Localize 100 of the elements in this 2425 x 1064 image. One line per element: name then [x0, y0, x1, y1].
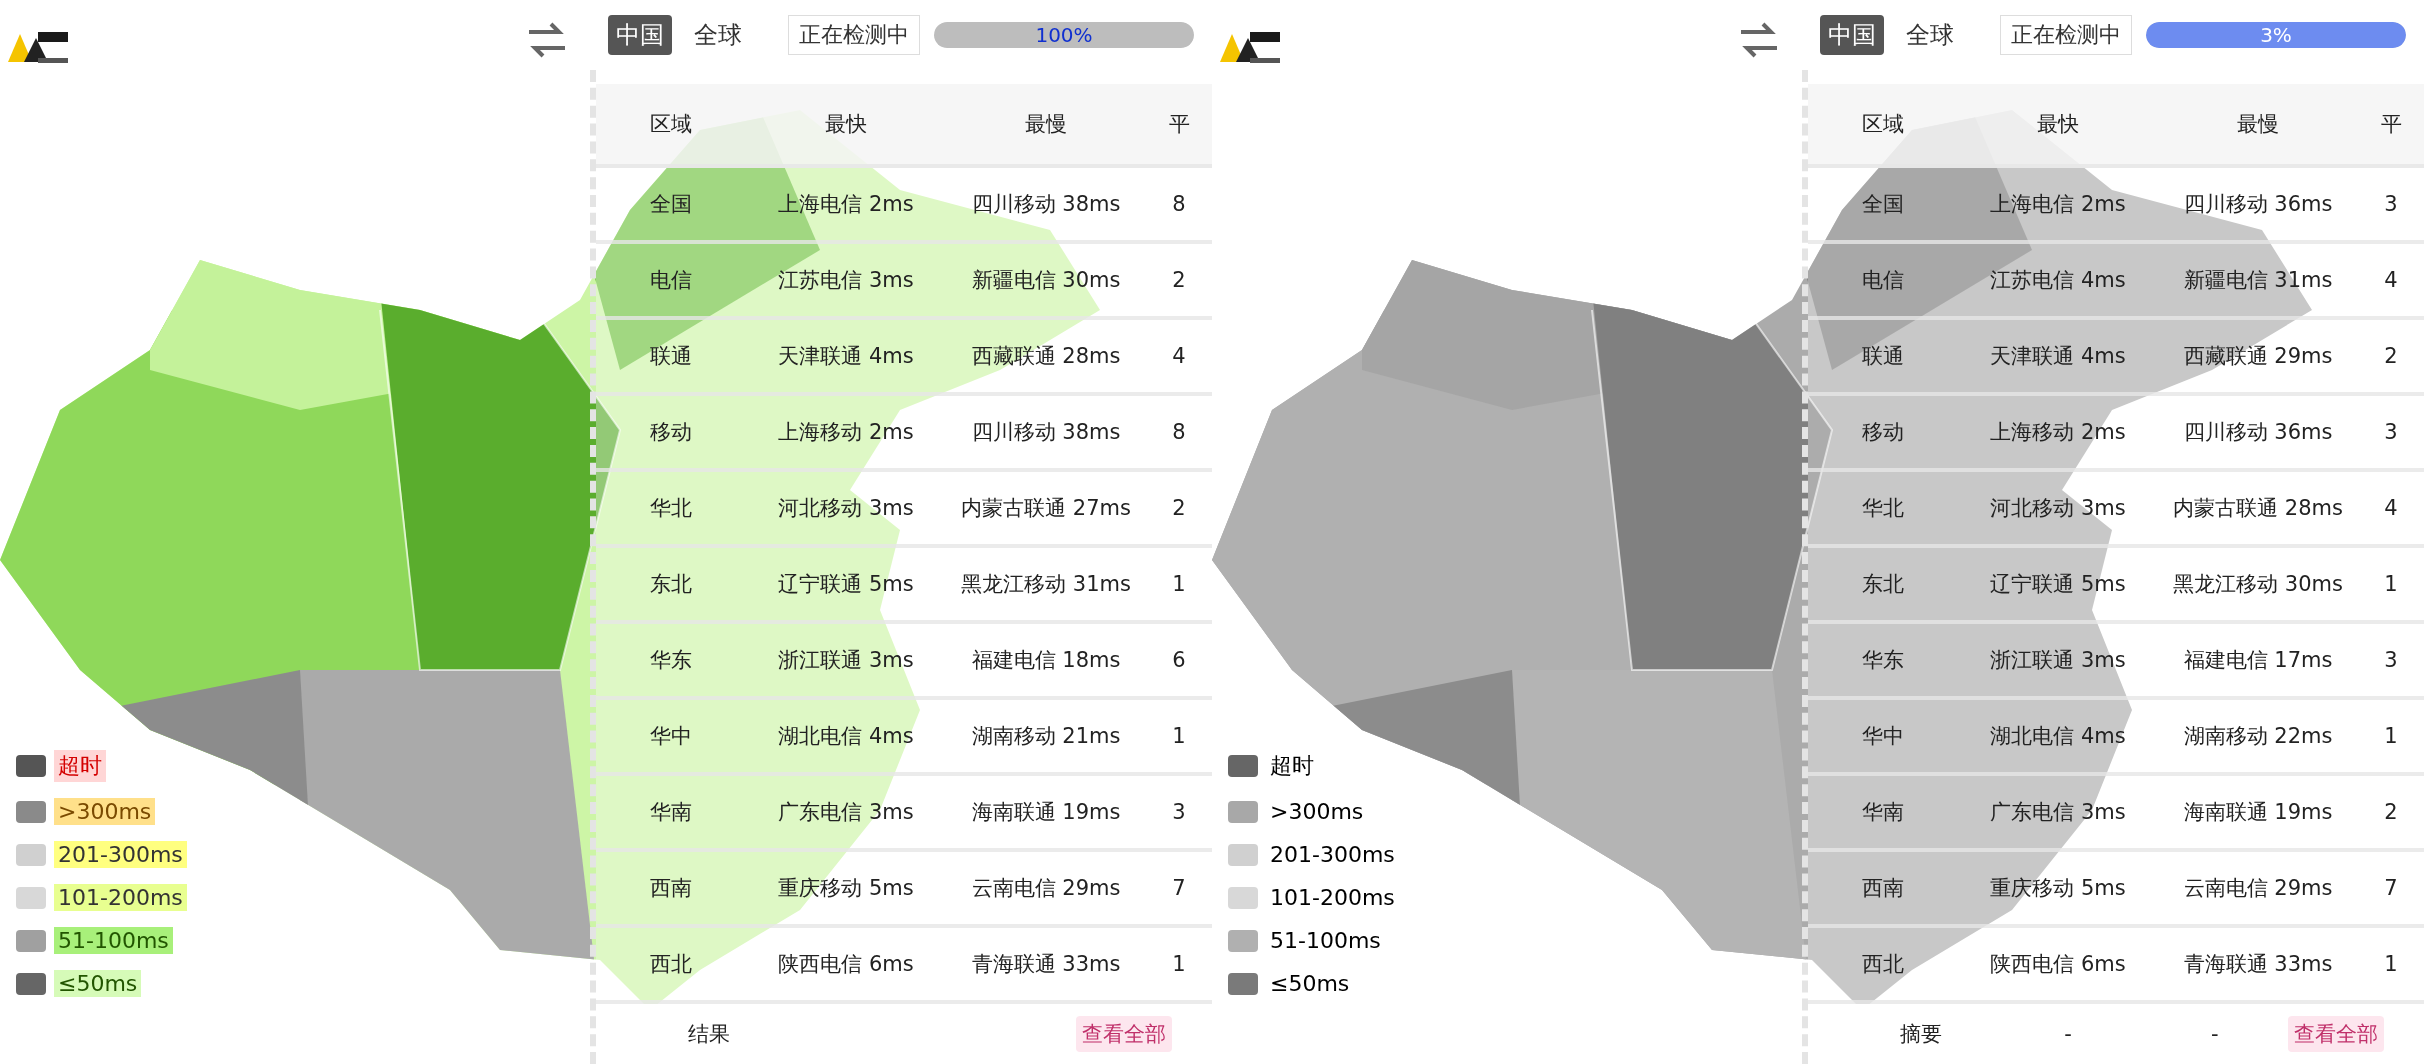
table-cell-text: 内蒙古联通 27ms — [960, 495, 1132, 522]
table-cell-text: 全国 — [649, 191, 693, 218]
view-all-button[interactable]: 查看全部 — [2288, 1016, 2384, 1052]
table-cell-text: 华中 — [1861, 723, 1905, 750]
map-tab[interactable]: 中国 — [608, 15, 672, 55]
table-cell-text: 上海移动 2ms — [777, 419, 915, 446]
column-header: 最慢 — [1024, 111, 1068, 138]
status-text: 正在检测中 — [2000, 15, 2132, 55]
table-cell-text: 云南电信 29ms — [970, 875, 1122, 902]
table-cell-text: 湖南移动 21ms — [970, 723, 1122, 750]
table-cell-text: 新疆电信 30ms — [970, 267, 1122, 294]
table-cell-text: 2 — [2383, 344, 2399, 368]
table-cell-text: 华东 — [1861, 647, 1905, 674]
table-cell-text: 云南电信 29ms — [2182, 875, 2334, 902]
table-cell-text: 1 — [1171, 572, 1187, 596]
table-cell-text: 8 — [1171, 192, 1187, 216]
table-cell-text: 西藏联通 29ms — [2182, 343, 2334, 370]
table-cell-text: 联通 — [649, 343, 693, 370]
table-cell-text: 2 — [2383, 800, 2399, 824]
legend-label: 101-200ms — [54, 884, 187, 911]
map-tab[interactable]: 中国 — [1820, 15, 1884, 55]
table-cell-text: 2 — [1171, 268, 1187, 292]
progress-reading: 100% — [1034, 22, 1094, 48]
table-cell-text: 1 — [2383, 724, 2399, 748]
table-cell-text: 4 — [2383, 496, 2399, 520]
footer-text: - — [2209, 1022, 2220, 1046]
table-cell-text: 西北 — [649, 951, 693, 978]
legend-label: 超时 — [54, 750, 106, 782]
table-cell-text: 广东电信 3ms — [777, 799, 915, 826]
table-cell-text: 江苏电信 3ms — [777, 267, 915, 294]
table-cell-text: 4 — [2383, 268, 2399, 292]
table-cell-text: 全国 — [1861, 191, 1905, 218]
map-tab[interactable]: 全球 — [1898, 15, 1962, 55]
table-cell-text: 四川移动 36ms — [2182, 419, 2334, 446]
progress-reading: 3% — [2259, 22, 2293, 48]
table-cell-text: 上海移动 2ms — [1989, 419, 2127, 446]
table-cell-text: 四川移动 36ms — [2182, 191, 2334, 218]
table-cell-text: 移动 — [1861, 419, 1905, 446]
table-cell-text: 西南 — [1861, 875, 1905, 902]
column-header: 平 — [1167, 111, 1191, 138]
table-cell-text: 河北移动 3ms — [777, 495, 915, 522]
table-cell-text: 海南联通 19ms — [2182, 799, 2334, 826]
column-header: 平 — [2379, 111, 2403, 138]
table-cell-text: 上海电信 2ms — [777, 191, 915, 218]
footer-text: - — [2063, 1022, 2073, 1046]
status-text: 正在检测中 — [788, 15, 920, 55]
table-cell-text: 电信 — [1861, 267, 1905, 294]
legend-label: 超时 — [1269, 752, 1315, 780]
column-header: 区域 — [649, 111, 693, 138]
legend-label: ≤50ms — [1269, 970, 1351, 997]
table-cell-text: 福建电信 17ms — [2182, 647, 2334, 674]
table-cell-text: 华北 — [649, 495, 693, 522]
table-cell-text: 联通 — [1861, 343, 1905, 370]
table-cell-text: 华东 — [649, 647, 693, 674]
column-header: 区域 — [1861, 111, 1905, 138]
table-cell-text: 7 — [1171, 876, 1187, 900]
table-cell-text: 黑龙江移动 31ms — [960, 571, 1132, 598]
table-cell-text: 重庆移动 5ms — [1989, 875, 2127, 902]
table-cell-text: 天津联通 4ms — [777, 343, 915, 370]
table-cell-text: 湖北电信 4ms — [1989, 723, 2127, 750]
table-cell-text: 四川移动 38ms — [970, 191, 1122, 218]
legend-label: 51-100ms — [1269, 927, 1382, 954]
table-cell-text: 河北移动 3ms — [1989, 495, 2127, 522]
footer-text: 结果 — [687, 1021, 732, 1048]
table-cell-text: 陕西电信 6ms — [1989, 951, 2127, 978]
table-cell-text: 黑龙江移动 30ms — [2172, 571, 2344, 598]
table-cell-text: 1 — [2383, 952, 2399, 976]
map-tab[interactable]: 全球 — [686, 15, 750, 55]
table-cell-text: 西南 — [649, 875, 693, 902]
legend-label: 101-200ms — [1269, 884, 1396, 911]
table-cell-text: 2 — [1171, 496, 1187, 520]
table-cell-text: 电信 — [649, 267, 693, 294]
table-cell-text: 湖北电信 4ms — [777, 723, 915, 750]
table-cell-text: 重庆移动 5ms — [777, 875, 915, 902]
table-cell-text: 东北 — [1861, 571, 1905, 598]
table-cell-text: 广东电信 3ms — [1989, 799, 2127, 826]
table-cell-text: 1 — [1171, 952, 1187, 976]
table-cell-text: 天津联通 4ms — [1989, 343, 2127, 370]
table-cell-text: 海南联通 19ms — [970, 799, 1122, 826]
table-cell-text: 4 — [1171, 344, 1187, 368]
footer-text: 摘要 — [1899, 1021, 1944, 1048]
table-cell-text: 8 — [1171, 420, 1187, 444]
legend-label: ≤50ms — [54, 970, 142, 997]
table-cell-text: 西北 — [1861, 951, 1905, 978]
table-cell-text: 3 — [2383, 648, 2399, 672]
table-cell-text: 湖南移动 22ms — [2182, 723, 2334, 750]
table-cell-text: 华中 — [649, 723, 693, 750]
table-cell-text: 6 — [1171, 648, 1187, 672]
table-cell-text: 1 — [1171, 724, 1187, 748]
table-cell-text: 华南 — [649, 799, 693, 826]
legend-label: 201-300ms — [1269, 841, 1396, 868]
table-cell-text: 辽宁联通 5ms — [1989, 571, 2127, 598]
table-cell-text: 3 — [2383, 420, 2399, 444]
column-header: 最快 — [2036, 111, 2080, 138]
table-cell-text: 华北 — [1861, 495, 1905, 522]
table-cell-text: 3 — [1171, 800, 1187, 824]
view-all-button[interactable]: 查看全部 — [1076, 1016, 1172, 1052]
table-cell-text: 江苏电信 4ms — [1989, 267, 2127, 294]
table-cell-text: 移动 — [649, 419, 693, 446]
table-cell-text: 浙江联通 3ms — [1989, 647, 2127, 674]
